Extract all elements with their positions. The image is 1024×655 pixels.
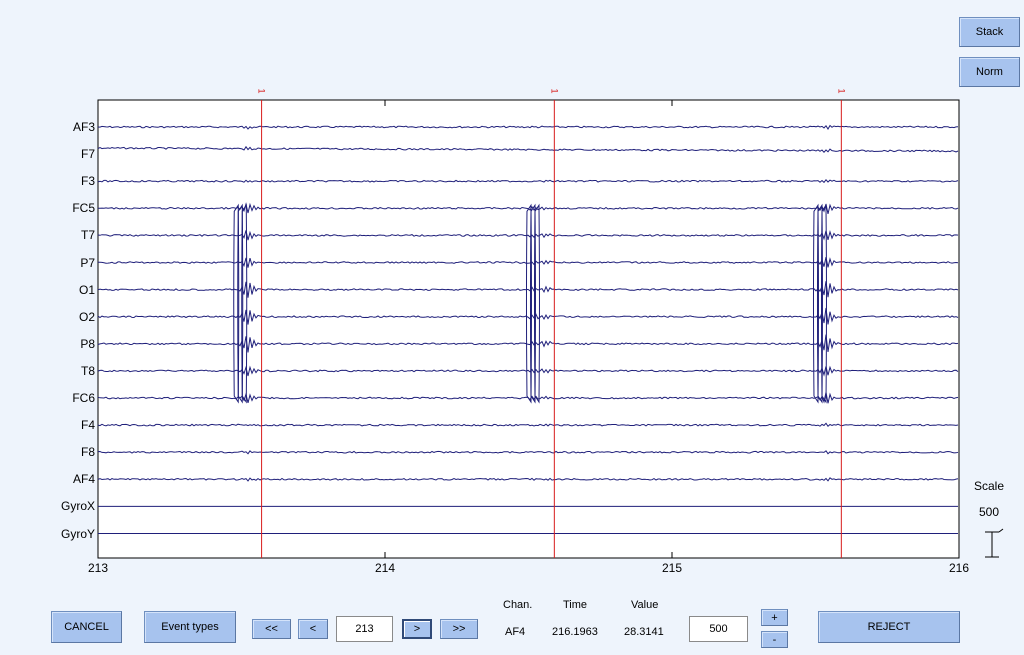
event-types-button[interactable]: Event types [144,611,236,643]
channel-label: F8 [80,445,95,460]
chan-value: AF4 [505,626,526,638]
value-label: Value [631,599,659,611]
value-value: 28.3141 [624,626,664,638]
channel-label: O1 [78,282,95,297]
stack-button[interactable]: Stack [959,17,1020,47]
channel-label: F3 [80,174,95,189]
channel-label: F7 [80,147,95,162]
time-value: 216.1963 [552,626,598,638]
position-input[interactable] [336,616,393,642]
channel-label: AF3 [72,120,95,134]
scale-input[interactable] [689,616,748,642]
next-page-button[interactable]: > [402,619,432,639]
eeg-plot[interactable]: 1 1 1 [0,0,1024,655]
scale-title: Scale [974,479,1005,493]
prev-page-button[interactable]: < [298,619,328,639]
scale-bar [985,528,1004,558]
x-tick-label: 215 [661,561,683,575]
event-label: 1 [549,88,559,93]
cancel-button[interactable]: CANCEL [51,611,122,643]
channel-label: P7 [80,255,95,270]
channel-label: P8 [80,336,95,351]
plot-area[interactable] [97,99,960,559]
channel-label: FC6 [72,391,95,405]
chan-label: Chan. [503,599,533,611]
channel-label: F4 [80,418,95,433]
x-tick-label: 216 [948,561,970,575]
event-label: 1 [836,88,846,93]
channel-label: AF4 [72,472,95,487]
channel-label: GyroX [60,499,95,514]
reject-button[interactable]: REJECT [818,611,960,643]
event-label: 1 [257,88,267,93]
scale-increase-button[interactable]: + [761,609,788,626]
channel-label: FC5 [72,201,95,216]
channel-label: T7 [80,228,95,243]
first-page-button[interactable]: << [252,619,291,639]
channel-label: GyroY [60,526,95,541]
channel-label: O2 [78,309,95,324]
scale-value: 500 [979,505,1000,519]
norm-button[interactable]: Norm [959,57,1020,87]
x-tick-label: 214 [374,561,396,575]
scale-decrease-button[interactable]: - [761,631,788,648]
last-page-button[interactable]: >> [440,619,478,639]
time-label: Time [563,599,588,611]
x-tick-label: 213 [87,561,109,575]
channel-label: T8 [80,363,95,378]
